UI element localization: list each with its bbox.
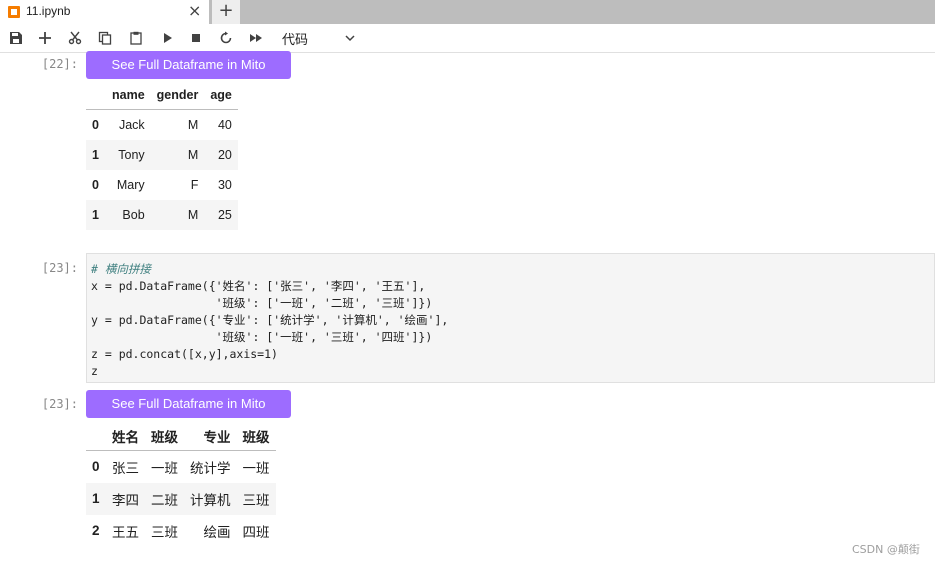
code-line: '班级': ['一班', '二班', '三班']}) xyxy=(91,296,433,310)
row-index: 2 xyxy=(92,523,100,538)
table-cell: 20 xyxy=(217,148,232,162)
table-cell: Bob xyxy=(122,208,145,222)
table-cell: 绘画 xyxy=(203,524,231,540)
column-header: 班级 xyxy=(236,422,276,451)
code-line: z xyxy=(91,364,98,378)
save-icon[interactable] xyxy=(8,30,24,46)
code-line: x = pd.DataFrame({'姓名': ['张三', '李四', '王五… xyxy=(91,279,426,293)
table-cell: M xyxy=(187,148,199,162)
chevron-down-icon[interactable] xyxy=(344,32,356,44)
table-row: 0 张三 一班 统计学 一班 xyxy=(86,451,276,483)
row-index: 0 xyxy=(92,118,99,132)
run-icon[interactable] xyxy=(159,30,175,46)
cut-icon[interactable] xyxy=(67,30,83,46)
index-header xyxy=(86,422,106,451)
column-header: name xyxy=(106,81,151,110)
index-header xyxy=(86,81,106,110)
table-cell: 统计学 xyxy=(190,460,231,476)
table-cell: 一班 xyxy=(242,460,270,476)
table-cell: 40 xyxy=(217,118,232,132)
table-cell: 三班 xyxy=(151,524,178,540)
table-cell: 计算机 xyxy=(190,492,231,508)
column-header: age xyxy=(204,81,238,110)
tab-bar: 11.ipynb × + xyxy=(0,0,935,24)
row-index: 1 xyxy=(92,148,99,162)
row-index: 0 xyxy=(92,459,100,475)
notebook-tab[interactable]: 11.ipynb × xyxy=(0,0,210,24)
table-cell: 李四 xyxy=(112,492,139,508)
table-cell: 30 xyxy=(217,178,232,192)
table-row: 1 Bob M 25 xyxy=(86,200,238,230)
table-row: 0 Mary F 30 xyxy=(86,170,238,200)
code-line: y = pd.DataFrame({'专业': ['统计学', '计算机', '… xyxy=(91,313,449,327)
cell-type-select[interactable]: 代码 xyxy=(282,29,308,48)
new-tab-button[interactable]: + xyxy=(212,0,240,24)
copy-icon[interactable] xyxy=(97,30,113,46)
table-row: 1 李四 二班 计算机 三班 xyxy=(86,482,276,515)
row-index: 0 xyxy=(92,178,99,192)
column-header: 班级 xyxy=(145,422,184,451)
watermark: CSDN @颠街 xyxy=(852,543,920,556)
close-icon[interactable]: × xyxy=(188,2,201,20)
column-header: 专业 xyxy=(184,422,237,451)
table-row: 0 Jack M 40 xyxy=(86,110,238,141)
table-cell: 三班 xyxy=(242,492,270,508)
table-cell: Tony xyxy=(118,148,145,162)
table-cell: M xyxy=(187,118,199,132)
table-cell: F xyxy=(190,178,199,192)
add-cell-icon[interactable] xyxy=(37,30,53,46)
table-cell: 二班 xyxy=(151,492,178,508)
table-cell: 王五 xyxy=(112,524,139,540)
notebook-icon xyxy=(8,6,20,18)
code-line: z = pd.concat([x,y],axis=1) xyxy=(91,347,278,361)
tab-title[interactable]: 11.ipynb xyxy=(26,4,70,18)
restart-icon[interactable] xyxy=(218,30,234,46)
table-cell: 25 xyxy=(217,208,232,222)
output-prompt: [22]: xyxy=(41,57,78,71)
fast-forward-icon[interactable] xyxy=(248,30,264,46)
mito-button[interactable]: See Full Dataframe in Mito xyxy=(86,390,291,418)
column-header: gender xyxy=(150,81,205,110)
table-row: 2 王五 三班 绘画 四班 xyxy=(86,515,276,547)
column-header: 姓名 xyxy=(106,422,145,451)
row-index: 1 xyxy=(92,208,99,222)
paste-icon[interactable] xyxy=(128,30,144,46)
notebook-toolbar: 代码 xyxy=(0,24,935,53)
code-cell-editor[interactable]: # 横向拼接 x = pd.DataFrame({'姓名': ['张三', '李… xyxy=(86,253,935,383)
table-cell: 张三 xyxy=(112,460,139,476)
table-row: 1 Tony M 20 xyxy=(86,140,238,170)
table-cell: 一班 xyxy=(151,460,178,476)
code-line: # 横向拼接 xyxy=(91,262,151,276)
code-line: '班级': ['一班', '三班', '四班']}) xyxy=(91,330,433,344)
code-block[interactable]: # 横向拼接 x = pd.DataFrame({'姓名': ['张三', '李… xyxy=(91,261,448,380)
stop-icon[interactable] xyxy=(188,30,204,46)
dataframe-table: name gender age 0 Jack M 40 1 Tony M 20 … xyxy=(86,81,238,230)
table-cell: Jack xyxy=(118,118,145,132)
table-cell: 四班 xyxy=(242,524,270,540)
input-prompt: [23]: xyxy=(41,261,78,275)
table-cell: Mary xyxy=(116,178,145,192)
output-prompt: [23]: xyxy=(41,397,78,411)
row-index: 1 xyxy=(92,491,100,506)
dataframe-table: 姓名 班级 专业 班级 0 张三 一班 统计学 一班 1 李四 二班 计算机 三… xyxy=(86,422,276,547)
table-cell: M xyxy=(187,208,199,222)
mito-button[interactable]: See Full Dataframe in Mito xyxy=(86,51,291,79)
